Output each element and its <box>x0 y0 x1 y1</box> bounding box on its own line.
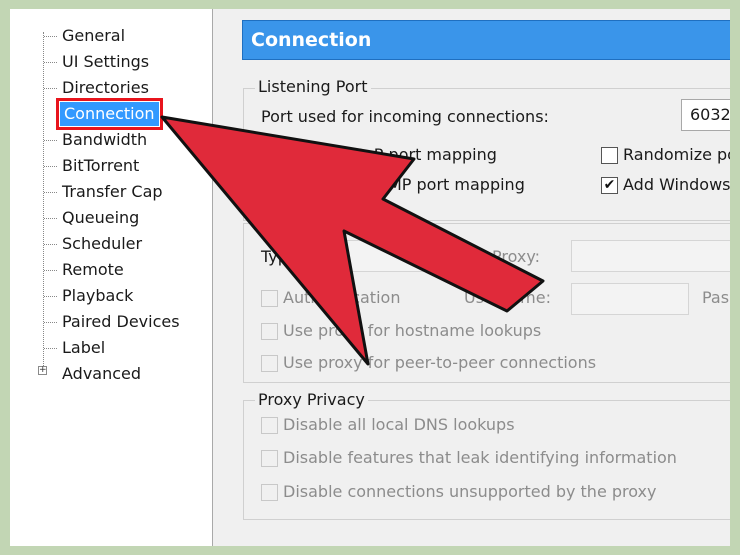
disable-dns-checkbox[interactable] <box>261 417 278 434</box>
authentication-label: Authentication <box>283 288 401 307</box>
preferences-window: General UI Settings Directories Connecti… <box>10 9 730 546</box>
port-input[interactable]: 60328 <box>681 99 730 131</box>
proxy-type-select[interactable] <box>313 240 463 272</box>
proxy-hostname-label: Use proxy for hostname lookups <box>283 321 542 340</box>
disable-leak-checkbox[interactable] <box>261 450 278 467</box>
upnp-checkbox[interactable] <box>261 147 278 164</box>
proxy-host-label: Proxy: <box>492 247 541 266</box>
username-input[interactable] <box>571 283 689 315</box>
port-label: Port used for incoming connections: <box>261 107 549 126</box>
tree-connector-line <box>43 32 44 372</box>
proxy-type-label: Type: <box>261 247 304 266</box>
tree-item-general[interactable]: General <box>44 24 127 48</box>
tree-item-bittorrent[interactable]: BitTorrent <box>44 154 141 178</box>
tree-item-label: UI Settings <box>62 52 150 71</box>
randomize-port-label: Randomize port each start <box>623 145 730 164</box>
authentication-checkbox[interactable] <box>261 290 278 307</box>
tree-item-label: Directories <box>62 78 149 97</box>
tree-item-label: Transfer Cap <box>62 182 163 201</box>
tree-item-scheduler[interactable]: Scheduler <box>44 232 144 256</box>
expand-plus-icon[interactable]: + <box>38 366 47 375</box>
tree-item-transfer-cap[interactable]: Transfer Cap <box>44 180 165 204</box>
tree-item-remote[interactable]: Remote <box>44 258 126 282</box>
tree-item-label: Scheduler <box>62 234 143 253</box>
proxy-privacy-title: Proxy Privacy <box>255 390 368 409</box>
tree-item-label: General <box>62 26 126 45</box>
page-title: Connection <box>242 20 730 60</box>
username-label: Username: <box>464 288 551 307</box>
tree-item-playback[interactable]: Playback <box>44 284 135 308</box>
tree-item-label-text: Label <box>62 338 106 357</box>
tree-item-label: Paired Devices <box>62 312 180 331</box>
tree-item-label[interactable]: Label <box>44 336 107 360</box>
tree-item-directories[interactable]: Directories <box>44 76 151 100</box>
tree-item-label: Playback <box>62 286 134 305</box>
natpmp-label: Enable NAT-PMP port mapping <box>283 175 525 194</box>
settings-tree: General UI Settings Directories Connecti… <box>10 9 213 546</box>
tree-item-advanced[interactable]: Advanced <box>60 362 143 386</box>
tree-item-label: Queueing <box>62 208 140 227</box>
disable-unsupported-checkbox[interactable] <box>261 484 278 501</box>
proxy-p2p-checkbox[interactable] <box>261 355 278 372</box>
tree-item-label: Bandwidth <box>62 130 148 149</box>
checkmark-icon: ✔ <box>603 177 616 193</box>
tree-item-label: BitTorrent <box>62 156 140 175</box>
tree-item-connection[interactable]: Connection <box>56 98 163 130</box>
randomize-port-checkbox[interactable] <box>601 147 618 164</box>
disable-unsupported-label: Disable connections unsupported by the p… <box>283 482 657 501</box>
proxy-host-input[interactable] <box>571 240 730 272</box>
proxy-hostname-checkbox[interactable] <box>261 323 278 340</box>
tree-item-label: Advanced <box>62 364 142 383</box>
tree-item-bandwidth[interactable]: Bandwidth <box>44 128 149 152</box>
tree-item-ui-settings[interactable]: UI Settings <box>44 50 151 74</box>
tree-item-label: Remote <box>62 260 124 279</box>
windows-firewall-label: Add Windows Firewall exception <box>623 175 730 194</box>
proxy-p2p-label: Use proxy for peer-to-peer connections <box>283 353 597 372</box>
windows-firewall-checkbox[interactable]: ✔ <box>601 177 618 194</box>
disable-dns-label: Disable all local DNS lookups <box>283 415 515 434</box>
natpmp-checkbox[interactable] <box>261 177 278 194</box>
listening-port-title: Listening Port <box>255 77 371 96</box>
tree-item-queueing[interactable]: Queueing <box>44 206 141 230</box>
password-label: Password: <box>702 288 730 307</box>
upnp-label: Enable UPnP port mapping <box>283 145 497 164</box>
tree-item-paired-devices[interactable]: Paired Devices <box>44 310 182 334</box>
disable-leak-label: Disable features that leak identifying i… <box>283 448 677 467</box>
tree-item-label: Connection <box>64 104 155 123</box>
